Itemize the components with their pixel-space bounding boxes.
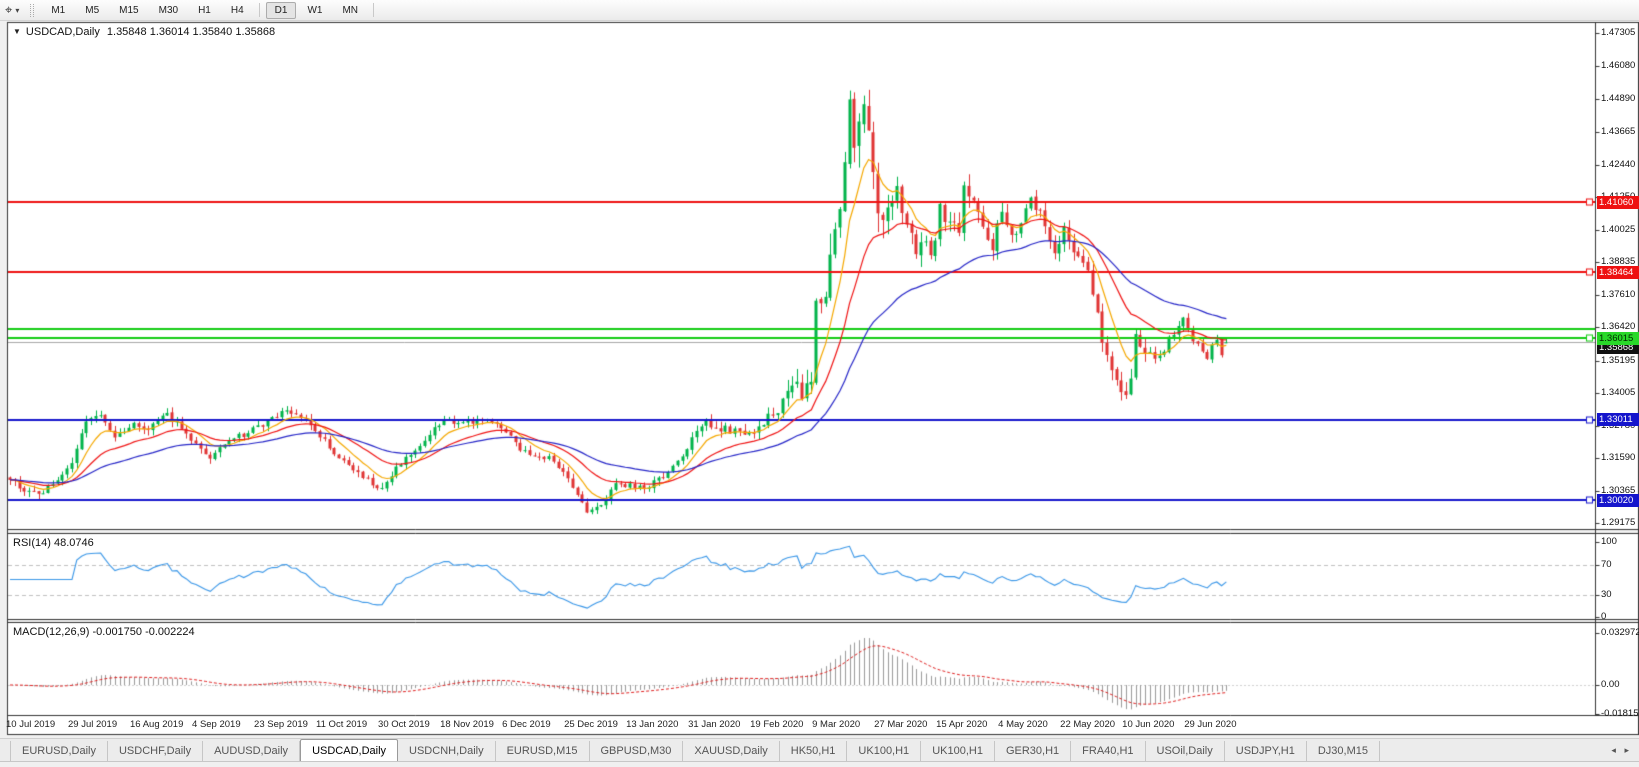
- tab-xauusd-daily[interactable]: XAUUSD,Daily: [683, 741, 780, 761]
- timeframe-button-m5[interactable]: M5: [76, 2, 108, 19]
- toolbar-dropdown-arrow-icon[interactable]: ▾: [15, 6, 19, 15]
- tab-uk100-h1[interactable]: UK100,H1: [921, 741, 995, 761]
- price-axis-label: 1.31590: [1601, 451, 1636, 463]
- timeframe-button-m15[interactable]: M15: [110, 2, 147, 19]
- timeframe-button-m30[interactable]: M30: [150, 2, 187, 19]
- timeframe-button-h1[interactable]: H1: [189, 2, 220, 19]
- price-axis-label: 1.44890: [1601, 92, 1636, 104]
- macd-indicator-name: MACD(12,26,9): [13, 626, 90, 638]
- date-axis-label: 13 Jan 2020: [626, 719, 679, 730]
- toolbar-separator: [258, 3, 260, 17]
- tab-hk50-h1[interactable]: HK50,H1: [780, 741, 848, 761]
- chart-dropdown-icon[interactable]: ▼: [13, 27, 21, 36]
- tab-fra40-h1[interactable]: FRA40,H1: [1071, 741, 1146, 761]
- tab-usdcnh-daily[interactable]: USDCNH,Daily: [398, 741, 496, 761]
- rsi-current-value: 48.0746: [53, 537, 94, 549]
- price-axis-label: 1.42440: [1601, 158, 1636, 170]
- tab-ger30-h1[interactable]: GER30,H1: [995, 741, 1072, 761]
- rsi-axis-label: 70: [1601, 558, 1612, 570]
- date-axis-label: 30 Oct 2019: [378, 719, 430, 730]
- price-badge-1-33011: 1.33011: [1597, 413, 1639, 427]
- timeframe-buttons: M1 M5 M15 M30 H1 H4 D1 W1 MN: [41, 1, 379, 19]
- tab-usdjpy-h1[interactable]: USDJPY,H1: [1225, 741, 1307, 761]
- date-axis-label: 19 Feb 2020: [750, 719, 804, 730]
- price-axis-label: 1.29175: [1601, 517, 1636, 529]
- price-axis-label: 1.40025: [1601, 224, 1636, 236]
- price-badge-1-38464: 1.38464: [1597, 265, 1639, 279]
- timeframe-button-d1[interactable]: D1: [265, 1, 297, 19]
- chart-tabbar: EURUSD,Daily USDCHF,Daily AUDUSD,Daily USDC…: [0, 738, 1639, 762]
- chart-tabs: EURUSD,Daily USDCHF,Daily AUDUSD,Daily USDC…: [10, 739, 1380, 761]
- rsi-label: RSI(14) 48.0746: [13, 537, 94, 549]
- price-badge-1-30020: 1.30020: [1597, 493, 1639, 507]
- chart-title: ▼ USDCAD,Daily 1.35848 1.36014 1.35840 1.3…: [13, 26, 275, 38]
- tab-usdchf-daily[interactable]: USDCHF,Daily: [108, 741, 204, 761]
- price-axis-label: 1.43665: [1601, 125, 1636, 137]
- rsi-axis-label: 100: [1601, 536, 1617, 547]
- date-axis-label: 23 Sep 2019: [254, 719, 308, 730]
- price-badge-1-41060: 1.41060: [1597, 195, 1639, 209]
- price-axis-label: 1.35195: [1601, 354, 1636, 366]
- tab-scroll-left-icon[interactable]: ◂: [1611, 745, 1616, 755]
- chart-canvas[interactable]: [0, 0, 1639, 767]
- tab-gbpusd-m30[interactable]: GBPUSD,M30: [590, 741, 684, 761]
- date-axis-label: 6 Dec 2019: [502, 719, 551, 730]
- date-axis-label: 11 Oct 2019: [316, 719, 368, 730]
- tab-eurusd-daily[interactable]: EURUSD,Daily: [10, 741, 108, 761]
- timeframe-button-w1[interactable]: W1: [298, 2, 331, 19]
- toolbar-separator: [373, 3, 375, 17]
- date-axis-label: 16 Aug 2019: [130, 719, 184, 730]
- tab-scroll-right-icon[interactable]: ▸: [1624, 745, 1629, 755]
- macd-axis-label: 0.032972: [1601, 627, 1639, 638]
- tab-eurusd-m15[interactable]: EURUSD,M15: [496, 741, 590, 761]
- date-axis-label: 31 Jan 2020: [688, 719, 741, 730]
- tab-scroll-arrows: ◂ ▸: [1605, 745, 1629, 756]
- date-axis-label: 10 Jun 2020: [1122, 719, 1175, 730]
- macd-label: MACD(12,26,9) -0.001750 -0.002224: [13, 626, 195, 638]
- timeframe-button-mn[interactable]: MN: [333, 2, 367, 19]
- rsi-axis-label: 30: [1601, 588, 1612, 600]
- tab-uk100-h1[interactable]: UK100,H1: [847, 741, 922, 761]
- rsi-indicator-name: RSI(14): [13, 537, 51, 549]
- chart-symbol-label: USDCAD,Daily: [25, 26, 100, 38]
- timeframe-button-h4[interactable]: H4: [222, 2, 253, 19]
- date-axis-label: 4 Sep 2019: [192, 719, 241, 730]
- price-axis-label: 1.37610: [1601, 289, 1636, 301]
- price-axis-label: 1.46080: [1601, 60, 1636, 72]
- timeframe-button-m1[interactable]: M1: [42, 2, 74, 19]
- date-axis-label: 4 May 2020: [998, 719, 1048, 730]
- crosshair-tool-icon[interactable]: ⌖: [5, 2, 12, 18]
- tab-dj30-m15[interactable]: DJ30,M15: [1307, 741, 1380, 761]
- price-axis-label: 1.34005: [1601, 386, 1636, 398]
- toolbar-grip-handle[interactable]: [30, 3, 35, 17]
- date-axis-label: 15 Apr 2020: [936, 719, 988, 730]
- date-axis-label: 10 Jul 2019: [6, 719, 56, 730]
- date-axis-label: 22 May 2020: [1060, 719, 1116, 730]
- rsi-axis-label: 0: [1601, 611, 1607, 622]
- date-axis-label: 27 Mar 2020: [874, 719, 928, 730]
- tab-usdcad-daily[interactable]: USDCAD,Daily: [300, 739, 399, 761]
- date-axis-label: 29 Jul 2019: [68, 719, 118, 730]
- date-axis-label: 9 Mar 2020: [812, 719, 861, 730]
- tab-audusd-daily[interactable]: AUDUSD,Daily: [203, 741, 301, 761]
- date-axis-label: 25 Dec 2019: [564, 719, 618, 730]
- macd-axis-label: -0.018154: [1601, 707, 1639, 719]
- chart-ohlc-values: 1.35848 1.36014 1.35840 1.35868: [106, 26, 276, 38]
- price-axis-label: 1.47305: [1601, 27, 1636, 39]
- macd-axis-label: 0.00: [1601, 679, 1620, 690]
- price-badge-1-36015: 1.36015: [1597, 331, 1639, 345]
- price-axis-label: 1.36420: [1601, 321, 1636, 333]
- tab-usoil-daily[interactable]: USOil,Daily: [1146, 741, 1225, 761]
- date-axis-label: 18 Nov 2019: [440, 719, 494, 730]
- macd-current-values: -0.001750 -0.002224: [92, 626, 195, 638]
- date-axis-label: 29 Jun 2020: [1184, 719, 1237, 730]
- timeframe-toolbar: ⌖ ▾ M1 M5 M15 M30 H1 H4 D1 W1 MN: [0, 0, 1639, 21]
